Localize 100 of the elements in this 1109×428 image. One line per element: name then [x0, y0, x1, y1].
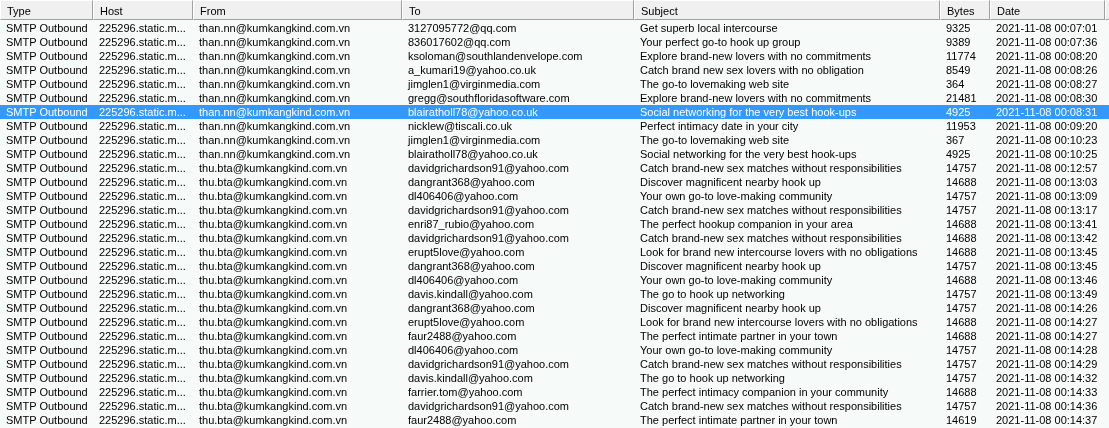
column-header[interactable]: To: [402, 0, 634, 20]
table-row[interactable]: SMTP Outbound 225296.static.m... than.nn@kumkangkind.com.vn blairatholl78@yahoo.co.uk Social networking for the very best hook-ups 4925 2021-11-08 00:10:25: [0, 147, 1109, 161]
table-cell-text: than.nn@kumkangkind.com.vn: [198, 147, 351, 161]
table-cell-text: 21481: [945, 91, 977, 105]
table-row[interactable]: SMTP Outbound 225296.static.m... than.nn@kumkangkind.com.vn 3127095772@qq.com Get superb local intercourse 9325 2021-11-08 00:07:01: [0, 21, 1109, 35]
column-header[interactable]: Subject: [634, 0, 940, 20]
table-cell-text: 225296.static.m...: [98, 161, 186, 175]
table-row[interactable]: SMTP Outbound 225296.static.m... than.nn@kumkangkind.com.vn ksoloman@southlandenvelope.com Explore brand-new lovers with no commitments 11774 2021-11-08 00:08:20: [0, 49, 1109, 63]
table-row[interactable]: SMTP Outbound 225296.static.m... thu.bta@kumkangkind.com.vn erupt5love@yahoo.com Look for brand new intercourse lovers with no obligations 14688 2021-11-08 00:14:27: [0, 315, 1109, 329]
table-cell-text: 2021-11-08 00:14:28: [995, 343, 1098, 357]
table-row[interactable]: SMTP Outbound 225296.static.m... than.nn@kumkangkind.com.vn jimglen1@virginmedia.com The go-to lovemaking web site 364 2021-11-08 00:08:27: [0, 77, 1109, 91]
table-cell-text: SMTP Outbound: [5, 259, 88, 273]
table-cell-text: 225296.static.m...: [98, 119, 186, 133]
table-cell-text: thu.bta@kumkangkind.com.vn: [198, 399, 348, 413]
table-cell-text: thu.bta@kumkangkind.com.vn: [198, 287, 348, 301]
table-cell-text: 225296.static.m...: [98, 385, 186, 399]
table-cell-text: 225296.static.m...: [98, 35, 186, 49]
table-cell-text: SMTP Outbound: [5, 49, 88, 63]
table-cell-text: nicklew@tiscali.co.uk: [407, 119, 513, 133]
table-cell-text: The perfect intimate partner in your town: [639, 413, 838, 427]
table-row[interactable]: SMTP Outbound 225296.static.m... thu.bta@kumkangkind.com.vn dl406406@yahoo.com Your own go-to love-making community 14757 2021-11-08 00:14:28: [0, 343, 1109, 357]
table-cell-text: 225296.static.m...: [98, 217, 186, 231]
table-cell-text: 2021-11-08 00:14:27: [995, 329, 1098, 343]
table-cell-text: 225296.static.m...: [98, 77, 186, 91]
table-cell-text: thu.bta@kumkangkind.com.vn: [198, 175, 348, 189]
table-cell-text: 225296.static.m...: [98, 343, 186, 357]
table-cell-text: 225296.static.m...: [98, 203, 186, 217]
table-cell-text: 9325: [945, 21, 971, 35]
column-header[interactable]: From: [193, 0, 402, 20]
table-cell-text: Look for brand new intercourse lovers with no obligations: [639, 315, 918, 329]
table-cell-text: 2021-11-08 00:14:37: [995, 413, 1098, 427]
table-cell-text: jimglen1@virginmedia.com: [406, 133, 541, 147]
column-header[interactable]: Date: [990, 0, 1105, 20]
table-cell-text: thu.bta@kumkangkind.com.vn: [198, 203, 348, 217]
table-cell-text: dl406406@yahoo.com: [407, 343, 519, 357]
table-cell-text: faur2488@yahoo.com: [407, 329, 517, 343]
table-cell-text: Catch brand-new sex matches without responsibilities: [639, 231, 902, 245]
table-row[interactable]: SMTP Outbound 225296.static.m... thu.bta@kumkangkind.com.vn davis.kindall@yahoo.com The go to hook up networking 14757 2021-11-08 00:13:49: [0, 287, 1109, 301]
table-row[interactable]: SMTP Outbound 225296.static.m... thu.bta@kumkangkind.com.vn dangrant368@yahoo.com Discover magnificent nearby hook up 14688 2021-11-08 00:13:03: [0, 175, 1109, 189]
table-row[interactable]: SMTP Outbound 225296.static.m... thu.bta@kumkangkind.com.vn davidgrichardson91@yahoo.com Catch brand-new sex matches without responsibilities 14757 2021-11-08 00:14:36: [0, 399, 1109, 413]
table-row[interactable]: SMTP Outbound 225296.static.m... thu.bta@kumkangkind.com.vn davidgrichardson91@yahoo.com Catch brand-new sex matches without responsibilities 14757 2021-11-08 00:12:57: [0, 161, 1109, 175]
table-cell-text: davidgrichardson91@yahoo.com: [407, 161, 569, 175]
table-cell-text: SMTP Outbound: [5, 301, 88, 315]
table-cell-text: 225296.static.m...: [98, 147, 186, 161]
column-header[interactable]: Bytes: [940, 0, 990, 20]
table-cell-text: 14688: [945, 385, 977, 399]
table-row[interactable]: SMTP Outbound 225296.static.m... than.nn@kumkangkind.com.vn gregg@southfloridasoftware.com Explore brand-new lovers with no commitments 21481 2021-11-08 00:08:30: [0, 91, 1109, 105]
table-cell-text: 14619: [945, 413, 977, 427]
column-header[interactable]: Host: [93, 0, 193, 20]
table-row[interactable]: SMTP Outbound 225296.static.m... thu.bta@kumkangkind.com.vn dangrant368@yahoo.com Discover magnificent nearby hook up 14757 2021-11-08 00:14:26: [0, 301, 1109, 315]
table-row[interactable]: SMTP Outbound 225296.static.m... thu.bta@kumkangkind.com.vn davis.kindall@yahoo.com The go to hook up networking 14757 2021-11-08 00:14:32: [0, 371, 1109, 385]
table-cell-text: 9389: [945, 35, 971, 49]
table-cell-text: thu.bta@kumkangkind.com.vn: [198, 329, 348, 343]
table-cell-text: 14757: [945, 399, 977, 413]
table-row[interactable]: SMTP Outbound 225296.static.m... thu.bta@kumkangkind.com.vn dangrant368@yahoo.com Discover magnificent nearby hook up 14757 2021-11-08 00:13:45: [0, 259, 1109, 273]
table-cell-text: Catch brand new sex lovers with no obligation: [639, 63, 864, 77]
table-row[interactable]: SMTP Outbound 225296.static.m... than.nn@kumkangkind.com.vn nicklew@tiscali.co.uk Perfect intimacy date in your city 11953 2021-11-08 00:09:20: [0, 119, 1109, 133]
table-cell-text: 225296.static.m...: [98, 371, 186, 385]
table-row[interactable]: SMTP Outbound 225296.static.m... than.nn@kumkangkind.com.vn 836017602@qq.com Your perfect go-to hook up group 9389 2021-11-08 00:07:36: [0, 35, 1109, 49]
table-cell-text: SMTP Outbound: [5, 273, 88, 287]
table-cell-text: SMTP Outbound: [5, 161, 88, 175]
table-row[interactable]: SMTP Outbound 225296.static.m... thu.bta@kumkangkind.com.vn davidgrichardson91@yahoo.com Catch brand-new sex matches without responsibilities 14688 2021-11-08 00:13:42: [0, 231, 1109, 245]
table-row[interactable]: SMTP Outbound 225296.static.m... thu.bta@kumkangkind.com.vn farrier.tom@yahoo.com The perfect intimacy companion in your community 14688 2021-11-08 00:14:33: [0, 385, 1109, 399]
table-row[interactable]: SMTP Outbound 225296.static.m... than.nn@kumkangkind.com.vn jimglen1@virginmedia.com The go-to lovemaking web site 367 2021-11-08 00:10:23: [0, 133, 1109, 147]
table-cell-text: 2021-11-08 00:14:33: [995, 385, 1098, 399]
table-cell-text: SMTP Outbound: [5, 329, 88, 343]
table-cell-text: 225296.static.m...: [98, 49, 186, 63]
table-cell-text: than.nn@kumkangkind.com.vn: [198, 119, 351, 133]
table-cell-text: SMTP Outbound: [5, 371, 88, 385]
table-cell-text: The go-to lovemaking web site: [639, 133, 790, 147]
column-header[interactable]: Type: [0, 0, 93, 20]
table-cell-text: SMTP Outbound: [5, 77, 88, 91]
table-cell-text: 225296.static.m...: [98, 273, 186, 287]
table-row[interactable]: SMTP Outbound 225296.static.m... thu.bta@kumkangkind.com.vn dl406406@yahoo.com Your own go-to love-making community 14757 2021-11-08 00:13:09: [0, 189, 1109, 203]
table-row[interactable]: SMTP Outbound 225296.static.m... than.nn@kumkangkind.com.vn a_kumari19@yahoo.co.uk Catch brand new sex lovers with no obligation 8549 2021-11-08 00:08:26: [0, 63, 1109, 77]
table-row[interactable]: SMTP Outbound 225296.static.m... thu.bta@kumkangkind.com.vn davidgrichardson91@yahoo.com Catch brand-new sex matches without responsibilities 14757 2021-11-08 00:13:17: [0, 203, 1109, 217]
table-cell-text: 2021-11-08 00:14:36: [995, 399, 1098, 413]
table-cell-text: dangrant368@yahoo.com: [407, 301, 535, 315]
table-cell-text: davidgrichardson91@yahoo.com: [407, 357, 569, 371]
table-cell-text: SMTP Outbound: [5, 119, 88, 133]
table-cell-text: 225296.static.m...: [98, 315, 186, 329]
table-cell-text: Catch brand-new sex matches without responsibilities: [639, 399, 902, 413]
table-cell-text: SMTP Outbound: [5, 399, 88, 413]
table-cell-text: 2021-11-08 00:13:03: [995, 175, 1098, 189]
table-cell-text: dl406406@yahoo.com: [407, 273, 519, 287]
table-row[interactable]: SMTP Outbound 225296.static.m... thu.bta@kumkangkind.com.vn faur2488@yahoo.com The perfect intimate partner in your town 14688 2021-11-08 00:14:27: [0, 329, 1109, 343]
table-cell-text: 225296.static.m...: [98, 133, 186, 147]
table-cell-text: 8549: [945, 63, 971, 77]
table-row[interactable]: SMTP Outbound 225296.static.m... thu.bta@kumkangkind.com.vn davidgrichardson91@yahoo.com Catch brand-new sex matches without responsibilities 14757 2021-11-08 00:14:29: [0, 357, 1109, 371]
table-row[interactable]: SMTP Outbound 225296.static.m... thu.bta@kumkangkind.com.vn erupt5love@yahoo.com Look for brand new intercourse lovers with no obligations 14688 2021-11-08 00:13:45: [0, 245, 1109, 259]
table-cell-text: 14688: [945, 217, 977, 231]
table-cell-text: enri87_rubio@yahoo.com: [407, 217, 535, 231]
table-row[interactable]: SMTP Outbound 225296.static.m... thu.bta@kumkangkind.com.vn enri87_rubio@yahoo.com The perfect hookup companion in your area 14688 2021-11-08 00:13:41: [0, 217, 1109, 231]
table-row[interactable]: SMTP Outbound 225296.static.m... thu.bta@kumkangkind.com.vn dl406406@yahoo.com Your own go-to love-making community 14688 2021-11-08 00:13:46: [0, 273, 1109, 287]
table-cell-text: 11774: [945, 49, 976, 63]
table-cell-text: 225296.static.m...: [98, 91, 186, 105]
table-row[interactable]: SMTP Outbound 225296.static.m... thu.bta@kumkangkind.com.vn faur2488@yahoo.com The perfect intimate partner in your town 14619 2021-11-08 00:14:37: [0, 413, 1109, 427]
table-cell-text: 2021-11-08 00:10:25: [995, 147, 1098, 161]
table-cell-text: SMTP Outbound: [5, 357, 88, 371]
table-cell-text: 225296.static.m...: [98, 175, 186, 189]
